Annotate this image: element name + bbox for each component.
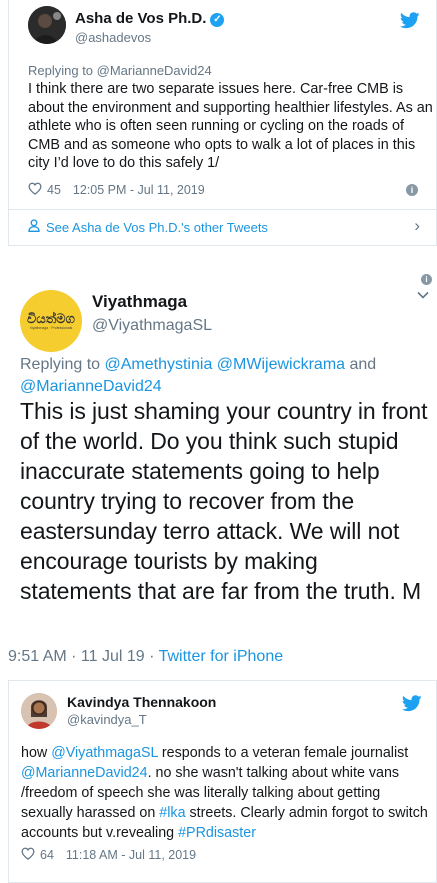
chevron-down-icon[interactable] (417, 288, 429, 302)
verified-badge-icon: ✓ (210, 13, 225, 27)
user-handle[interactable]: @ViyathmagaSL (92, 317, 212, 335)
replying-prefix: Replying to (20, 356, 101, 373)
tweet-timestamp[interactable]: 9:51 AM · 11 Jul 19 · (8, 648, 159, 665)
tweet-card-kavindya: Kavindya Thennakoon @kavindya_T how @Viy… (8, 680, 437, 883)
mention-link[interactable]: @MarianneDavid24 (21, 765, 148, 781)
tweet-meta: 45 12:05 PM - Jul 11, 2019 (28, 182, 205, 198)
user-handle[interactable]: @ashadevos (75, 30, 151, 45)
replying-to: Replying to @Amethystinia @MWijewickrama… (20, 354, 430, 398)
logo-subtext: Viyathmaga · Professionals (29, 325, 73, 330)
like-count: 64 (40, 848, 54, 862)
tweet-client-link[interactable]: Twitter for iPhone (159, 648, 284, 665)
tweet-text: I think there are two separate issues he… (28, 81, 433, 171)
tweet-card-viyathmaga: i වියත්මග Viyathmaga · Professionals Viy… (0, 270, 437, 674)
tweet-meta: 9:51 AM · 11 Jul 19 · Twitter for iPhone (8, 648, 283, 666)
hashtag-link[interactable]: #lka (159, 805, 185, 821)
mention-link[interactable]: @MWijewickrama (217, 356, 345, 373)
display-name[interactable]: Kavindya Thennakoon (67, 694, 216, 710)
logo-text: වියත්මග (27, 310, 75, 326)
twitter-bird-icon[interactable] (401, 695, 422, 717)
see-other-tweets-link[interactable]: See Asha de Vos Ph.D.'s other Tweets (28, 219, 268, 235)
tweet-timestamp[interactable]: 12:05 PM - Jul 11, 2019 (73, 183, 205, 197)
tweet-text: how @ViyathmagaSL responds to a veteran … (21, 743, 435, 843)
tweet-meta: 64 11:18 AM - Jul 11, 2019 (21, 847, 196, 863)
hashtag-link[interactable]: #PRdisaster (178, 825, 256, 841)
mention-link[interactable]: @ViyathmagaSL (51, 745, 158, 761)
user-icon (28, 219, 40, 235)
info-icon[interactable]: i (421, 274, 432, 285)
avatar[interactable] (28, 6, 66, 44)
mention-link[interactable]: @Amethystinia (105, 356, 213, 373)
heart-icon[interactable] (21, 847, 35, 863)
chevron-right-icon[interactable]: › (414, 216, 420, 236)
see-other-tweets-label[interactable]: See Asha de Vos Ph.D.'s other Tweets (46, 220, 268, 235)
tweet-text: This is just shaming your country in fro… (20, 398, 428, 604)
info-icon[interactable]: i (406, 184, 418, 196)
display-name[interactable]: Viyathmaga (92, 292, 187, 312)
tweet-card-asha: Asha de Vos Ph.D. ✓ @ashadevos Replying t… (8, 0, 437, 246)
display-name-text[interactable]: Asha de Vos Ph.D. (75, 10, 206, 27)
avatar[interactable]: වියත්මග Viyathmaga · Professionals (20, 290, 82, 352)
mention-link[interactable]: @MarianneDavid24 (20, 378, 162, 395)
heart-icon[interactable] (28, 182, 42, 198)
like-count: 45 (47, 183, 61, 197)
divider (9, 209, 436, 210)
user-handle[interactable]: @kavindya_T (67, 712, 147, 727)
tweet-text-segment: responds to a veteran female journalist (157, 745, 409, 761)
avatar[interactable] (21, 693, 57, 729)
replying-to[interactable]: Replying to @MarianneDavid24 (28, 63, 212, 78)
tweet-text-segment: how (21, 745, 52, 761)
tweet-timestamp[interactable]: 11:18 AM - Jul 11, 2019 (66, 848, 196, 862)
display-name[interactable]: Asha de Vos Ph.D. ✓ (75, 10, 225, 27)
and-word: and (349, 356, 377, 373)
twitter-bird-icon[interactable] (399, 12, 420, 34)
